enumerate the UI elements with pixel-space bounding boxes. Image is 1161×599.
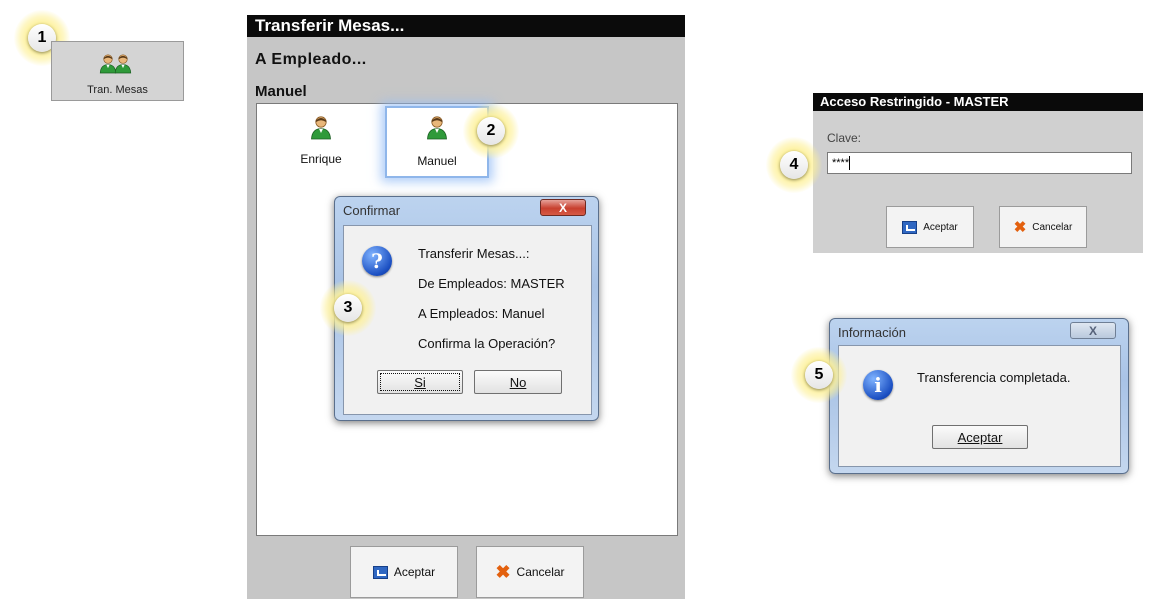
info-icon: i: [863, 370, 893, 400]
step-marker-5: 5: [791, 347, 847, 403]
accept-label: Aceptar: [393, 565, 436, 579]
accept-label: Aceptar: [957, 429, 1003, 445]
person-icon: [114, 54, 132, 74]
dialog-body: ? Transferir Mesas...: De Empleados: MAS…: [343, 225, 592, 415]
accept-icon: [902, 220, 918, 234]
confirm-line-4: Confirma la Operación?: [418, 336, 556, 351]
question-icon: ?: [362, 246, 392, 276]
password-field[interactable]: ****: [827, 152, 1132, 174]
no-label: No: [509, 374, 527, 390]
employee-name: Enrique: [300, 152, 342, 166]
person-icon: [310, 116, 332, 140]
step-number: 3: [334, 294, 362, 322]
information-dialog: Información X i Transferencia completada…: [829, 318, 1129, 474]
cancel-label: Cancelar: [1032, 221, 1073, 233]
restricted-access-dialog: Acceso Restringido - MASTER Clave: **** …: [813, 93, 1143, 253]
confirm-line-2: De Empleados: MASTER: [418, 276, 565, 291]
yes-button[interactable]: Si: [377, 370, 463, 394]
to-employee-heading: A Empleado...: [255, 51, 367, 68]
password-value: ****: [832, 157, 850, 169]
text-caret: [849, 156, 851, 171]
accept-label: Aceptar: [923, 221, 958, 233]
no-button[interactable]: No: [474, 370, 562, 394]
accept-icon: [372, 565, 388, 579]
info-message: Transferencia completada.: [917, 370, 1071, 385]
window-title: Transferir Mesas...: [247, 15, 685, 37]
step-number: 5: [805, 361, 833, 389]
cancel-label: Cancelar: [516, 565, 565, 579]
cancel-icon: ✖: [495, 562, 511, 582]
dialog-title: Información: [838, 325, 906, 340]
accept-button[interactable]: Aceptar: [932, 425, 1028, 449]
cancel-icon: ✖: [1013, 218, 1027, 236]
close-icon[interactable]: X: [540, 199, 586, 216]
cancel-button[interactable]: ✖ Cancelar: [999, 206, 1087, 248]
selected-employee-label: Manuel: [255, 83, 307, 100]
confirm-line-1: Transferir Mesas...:: [418, 246, 530, 261]
confirm-line-3: A Empleados: Manuel: [418, 306, 545, 321]
step-marker-4: 4: [766, 137, 822, 193]
yes-label: Si: [414, 374, 426, 390]
accept-button[interactable]: Aceptar: [886, 206, 974, 248]
step-number: 4: [780, 151, 808, 179]
step-marker-3: 3: [320, 280, 376, 336]
dialog-title: Confirmar: [343, 203, 401, 218]
tran-mesas-label: Tran. Mesas: [87, 84, 148, 96]
close-icon[interactable]: X: [1070, 322, 1116, 339]
person-icon: [426, 116, 448, 140]
tran-mesas-button[interactable]: Tran. Mesas: [51, 41, 184, 101]
cancel-button[interactable]: ✖ Cancelar: [476, 546, 584, 598]
step-marker-2: 2: [463, 103, 519, 159]
dialog-body: i Transferencia completada. Aceptar: [838, 345, 1121, 467]
password-label: Clave:: [827, 131, 862, 145]
step-number: 2: [477, 117, 505, 145]
employee-item-enrique[interactable]: Enrique: [281, 108, 361, 168]
dialog-title: Acceso Restringido - MASTER: [813, 93, 1143, 111]
accept-button[interactable]: Aceptar: [350, 546, 458, 598]
employee-name: Manuel: [417, 154, 457, 168]
